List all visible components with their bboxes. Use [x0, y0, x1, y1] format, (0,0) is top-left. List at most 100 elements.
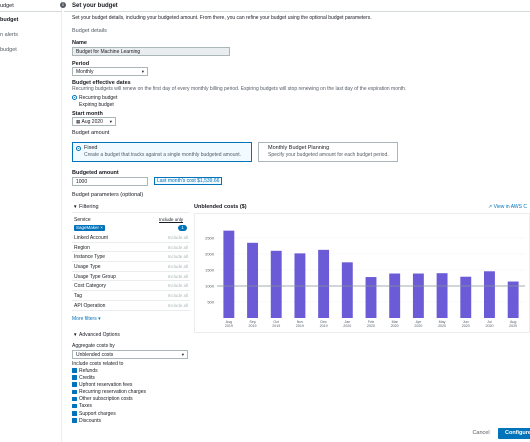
checkbox[interactable]	[72, 389, 77, 395]
bar[interactable]	[270, 250, 282, 318]
bar[interactable]	[247, 242, 258, 318]
filter-row[interactable]: Linked Account Include all	[72, 233, 190, 243]
bar[interactable]	[365, 277, 377, 318]
checkbox-label: Recurring reservation charges	[79, 389, 146, 396]
checkbox-label: Refunds	[79, 367, 98, 374]
x-tick-label: 2019	[249, 324, 257, 328]
bar[interactable]	[341, 262, 353, 318]
aggregate-select[interactable]: Unblended costs ▾	[72, 350, 188, 359]
cancel-button[interactable]: Cancel	[468, 428, 494, 439]
step-header	[64, 0, 530, 12]
fixed-title: Fixed	[84, 145, 98, 151]
left-nav	[0, 0, 62, 442]
checkbox-label: Support charges	[79, 410, 116, 417]
recurring-label[interactable]: Recurring budget	[79, 95, 117, 101]
nav-item-budget[interactable]: udget	[0, 3, 14, 9]
chevron-down-icon: ▾	[181, 352, 184, 357]
budgeted-amount-input[interactable]: 1000	[72, 177, 148, 186]
expiring-label[interactable]: Expiring budget	[79, 102, 114, 108]
x-tick-label: 2019	[320, 324, 328, 328]
selected-count-badge: 1	[178, 225, 187, 231]
bar[interactable]	[318, 249, 330, 318]
caret-down-icon[interactable]: ▼	[73, 332, 77, 337]
filter-row-include[interactable]: Include all	[168, 303, 188, 308]
include-cost-option[interactable]: Recurring reservation charges	[72, 389, 192, 396]
include-cost-option[interactable]: Support charges	[72, 410, 192, 417]
checkbox[interactable]	[72, 368, 77, 373]
checkbox[interactable]	[72, 382, 77, 387]
filter-row-name: Instance Type	[74, 254, 106, 261]
view-link-label: View in AWS C	[493, 204, 527, 210]
service-chip-label: SageMaker	[76, 225, 100, 230]
y-tick-label: 1500	[205, 268, 215, 273]
x-tick-label: 2019	[296, 324, 304, 328]
aggregate-value: Unblended costs	[76, 352, 114, 358]
bar[interactable]	[412, 273, 424, 318]
caret-down-icon[interactable]: ▼	[73, 204, 77, 209]
start-month-picker[interactable]: ▦ Aug 2020 ▾	[72, 117, 116, 126]
y-tick-label: 2000	[205, 252, 215, 257]
configure-button[interactable]: Configure	[498, 428, 530, 439]
nav-item-alerts[interactable]: n alerts	[0, 32, 18, 38]
include-cost-option[interactable]: Upfront reservation fees	[72, 381, 192, 388]
filter-row-include[interactable]: Include all	[168, 235, 188, 240]
include-cost-option[interactable]: Refunds	[72, 367, 192, 374]
filter-row[interactable]: API Operation Include all	[72, 301, 190, 311]
include-cost-option[interactable]: Other subscription costs	[72, 396, 192, 403]
include-costs-list: Refunds Credits Upfront reservation fees Re…	[72, 367, 192, 425]
filter-row-include[interactable]: Include all	[168, 283, 188, 288]
filtering-heading[interactable]: Filtering	[79, 204, 99, 210]
planning-title: Monthly Budget Planning	[268, 145, 330, 151]
filter-row-name: Cost Category	[74, 283, 106, 290]
planning-desc: Specify your budgeted amount for each bu…	[268, 152, 389, 158]
checkbox-label: Discounts	[79, 417, 101, 424]
filter-row[interactable]: Usage Type Include all	[72, 262, 190, 272]
bar[interactable]	[484, 271, 495, 318]
more-filters-label: More filters	[72, 316, 97, 322]
recurring-radio[interactable]	[72, 95, 77, 100]
cost-bar-chart: 2500200015001000500Aug2019Sep2019Oct2019…	[205, 230, 525, 328]
checkbox-label: Other subscription costs	[79, 396, 133, 403]
filter-row[interactable]: Instance Type Include all	[72, 252, 190, 263]
checkbox[interactable]	[72, 418, 77, 423]
include-cost-option[interactable]: Taxes	[72, 403, 192, 410]
bar[interactable]	[436, 273, 448, 318]
checkbox[interactable]	[72, 375, 77, 380]
include-cost-option[interactable]: Credits	[72, 374, 192, 381]
advanced-heading[interactable]: Advanced Options	[79, 332, 120, 338]
x-tick-label: 2020	[462, 324, 470, 328]
period-select[interactable]: Monthly ▾	[72, 67, 148, 76]
include-cost-option[interactable]: Discounts	[72, 417, 192, 424]
filter-row-include[interactable]: Include all	[168, 264, 188, 269]
view-in-explorer-link[interactable]: ↗ View in AWS C	[488, 204, 527, 210]
x-tick-label: 2019	[225, 324, 233, 328]
budgeted-amount-value: 1000	[76, 179, 88, 185]
name-input[interactable]: Budget for Machine Learning	[72, 47, 230, 56]
nav-item-set-budget[interactable]: budget	[0, 17, 18, 23]
filter-row[interactable]: Usage Type Group Include all	[72, 272, 190, 282]
filter-row-include[interactable]: Include all	[168, 254, 188, 259]
filter-row[interactable]: Cost Category Include all	[72, 281, 190, 292]
checkbox[interactable]	[72, 403, 77, 409]
checkbox-label: Taxes	[79, 403, 93, 410]
bar[interactable]	[223, 230, 235, 318]
include-only-toggle[interactable]: Include only	[159, 217, 183, 222]
filter-row-include[interactable]: Include all	[168, 274, 188, 279]
bar[interactable]	[507, 281, 519, 318]
bar[interactable]	[389, 273, 401, 318]
checkbox[interactable]	[72, 411, 77, 416]
checkbox[interactable]	[72, 396, 77, 402]
filter-row[interactable]: Tag Include all	[72, 291, 190, 301]
nav-item-review[interactable]: budget	[0, 47, 17, 53]
filter-row-include[interactable]: Include all	[168, 245, 188, 250]
chart-panel: 2500 2000 1500 1000 500 Aug 2019 Sep 2019 Oct 2019…	[194, 213, 530, 333]
filter-row-include[interactable]: Include all	[168, 293, 188, 298]
y-tick-label: 2500	[205, 236, 215, 241]
bar[interactable]	[460, 276, 472, 318]
y-tick-label: 1000	[205, 284, 215, 289]
more-filters-link[interactable]: More filters ▾	[72, 316, 101, 322]
fixed-radio[interactable]	[76, 146, 81, 151]
filter-row[interactable]: Region Include all	[72, 243, 190, 253]
service-chip[interactable]: SageMaker ×	[74, 225, 105, 231]
x-tick-label: 2019	[272, 324, 280, 328]
